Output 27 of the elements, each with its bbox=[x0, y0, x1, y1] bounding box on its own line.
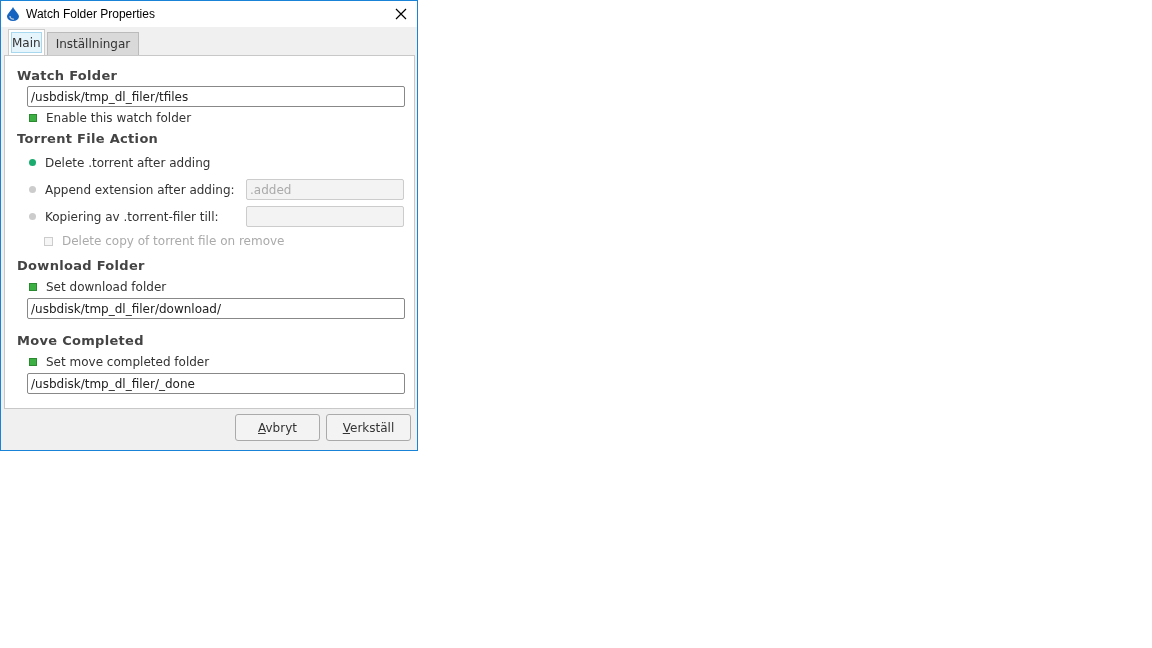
folder-path-field[interactable]: /usbdisk/tmp_dl_filer/_done bbox=[27, 373, 405, 394]
checkbox[interactable] bbox=[29, 358, 37, 366]
checkbox[interactable] bbox=[29, 283, 37, 291]
tab[interactable]: Inställningar bbox=[46, 32, 140, 55]
radio-button[interactable] bbox=[29, 213, 36, 220]
close-icon[interactable] bbox=[395, 8, 407, 20]
section-heading: Download Folder bbox=[17, 258, 146, 275]
section-heading: Move Completed bbox=[17, 333, 145, 350]
apply-button[interactable]: Verkställ bbox=[326, 414, 411, 441]
radio-label: Delete .torrent after adding bbox=[45, 155, 211, 170]
checkbox-label: Delete copy of torrent file on remove bbox=[62, 234, 285, 248]
checkbox-label: Set download folder bbox=[46, 280, 167, 294]
cancel-button[interactable]: Avbryt bbox=[235, 414, 320, 441]
folder-path-field[interactable]: /usbdisk/tmp_dl_filer/download/ bbox=[27, 298, 405, 319]
tab[interactable]: Main bbox=[8, 29, 45, 55]
radio-label: Append extension after adding: bbox=[45, 182, 235, 197]
checkbox-label: Enable this watch folder bbox=[46, 111, 192, 125]
water-drop-icon bbox=[7, 7, 19, 21]
window-title: Watch Folder Properties bbox=[26, 7, 156, 21]
radio-button[interactable] bbox=[29, 186, 36, 193]
folder-path-field[interactable]: /usbdisk/tmp_dl_filer/tfiles bbox=[27, 86, 405, 107]
radio-label: Kopiering av .torrent-filer till: bbox=[45, 209, 219, 224]
radio-button[interactable] bbox=[29, 159, 36, 166]
checkbox[interactable] bbox=[29, 114, 37, 122]
section-heading: Torrent File Action bbox=[17, 131, 160, 148]
checkbox-label: Set move completed folder bbox=[46, 355, 210, 369]
section-heading: Watch Folder bbox=[17, 68, 119, 85]
